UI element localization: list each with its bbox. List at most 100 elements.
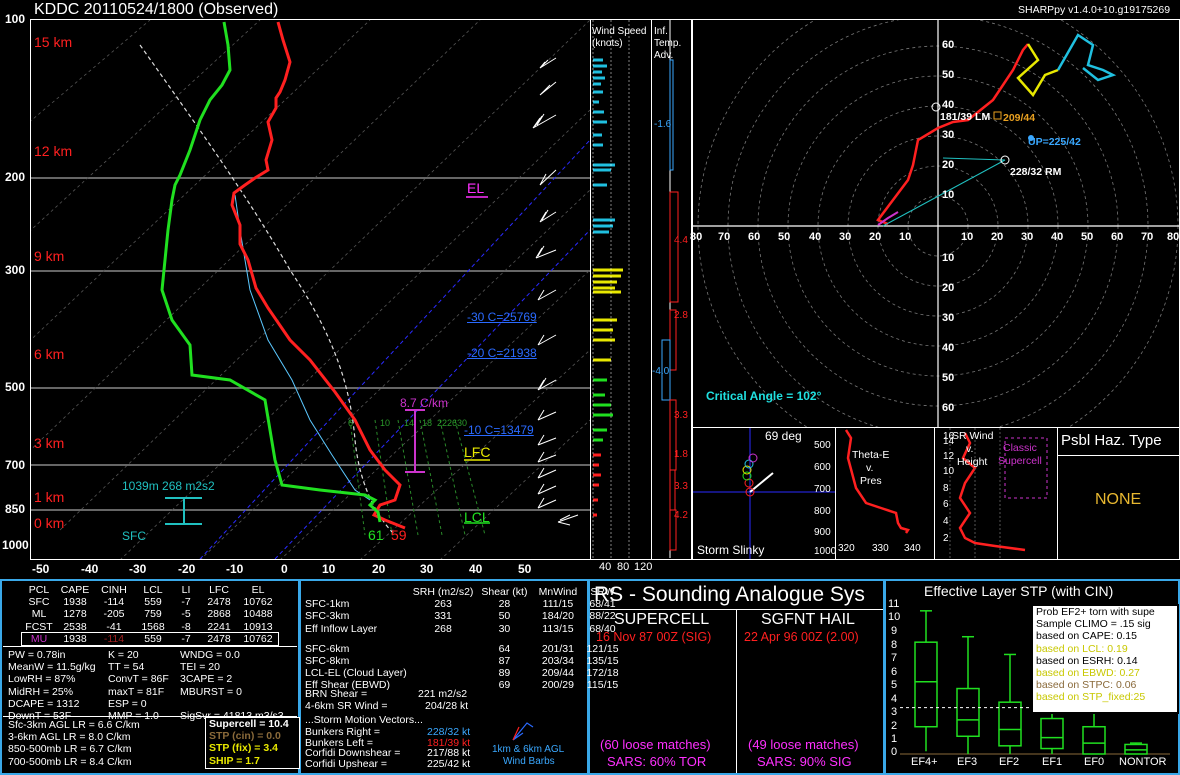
height-label: 1 km bbox=[34, 489, 65, 505]
pressure-label: 1000 bbox=[2, 538, 29, 552]
wind-speed-tick: 40 bbox=[599, 561, 612, 573]
temp-adv-value: 4.2 bbox=[674, 510, 688, 521]
pressure-label: 200 bbox=[5, 170, 26, 184]
pressure-label: 700 bbox=[5, 458, 26, 472]
indices-col2: K = 20 TT = 54 ConvT = 86F maxT = 81F ESP = … bbox=[108, 649, 169, 723]
table-row-selected[interactable]: MU 1938 -114 559 -7 2478 10762 bbox=[21, 631, 279, 647]
table-row: Eff Inflow Layer 268 30 113/15 68/40 bbox=[305, 622, 616, 635]
agl-barbs-label: Wind Barbs bbox=[503, 756, 555, 767]
indices-col3: WNDG = 0.0TEI = 203CAPE = 2MBURST = 0 Si… bbox=[180, 649, 284, 722]
table-row: LCL-EL (Cloud Layer) 89 209/44 172/18 bbox=[305, 667, 619, 680]
isotherm-30-label: -30 C=25769 bbox=[467, 310, 537, 324]
sars-hail-pct: SARS: 90% SIG bbox=[757, 754, 852, 769]
theta-e-chart bbox=[844, 429, 910, 534]
sars-supercell-pct: SARS: 60% TOR bbox=[607, 754, 707, 769]
lfc-label: LFC bbox=[464, 444, 491, 460]
theta-e-title: Pres bbox=[860, 475, 882, 487]
stp-box bbox=[1082, 709, 1106, 755]
eff-inflow-label: 1039m 268 m2s2 bbox=[122, 479, 215, 493]
lcl-label: LCL bbox=[464, 509, 490, 525]
virtual-temp-line bbox=[234, 194, 371, 501]
parcel-header-row: PCL CAPE CINH LCL LI LFC EL bbox=[22, 584, 278, 596]
isotherm-10-label: -10 C=13479 bbox=[464, 423, 534, 437]
temp-adv-value: -4.0 bbox=[652, 366, 670, 377]
temp-tick: 0 bbox=[281, 562, 288, 576]
temp-adv-value: 4.4 bbox=[674, 235, 688, 246]
stp-box bbox=[1124, 742, 1148, 755]
stp-legend: Prob EF2+ torn with supe Sample CLIMO = … bbox=[1031, 604, 1179, 714]
table-row: SFC-6km 64 201/31 121/15 bbox=[305, 642, 619, 655]
temp-tick: -20 bbox=[178, 562, 196, 576]
critical-angle-label: Critical Angle = 102° bbox=[706, 389, 822, 403]
brn-shear: BRN Shear = 221 m2/s2 4-6km SR Wind = 204/… bbox=[305, 688, 469, 713]
agl-barbs-label: 1km & 6km AGL bbox=[492, 744, 565, 755]
sars-hail-match: 22 Apr 96 00Z (2.00) bbox=[744, 630, 859, 644]
sr-wind-title: v. bbox=[966, 443, 974, 455]
sars-hail-loose: (49 loose matches) bbox=[748, 737, 859, 752]
temp-tick: 50 bbox=[518, 562, 532, 576]
sars-supercell-loose: (60 loose matches) bbox=[600, 737, 711, 752]
table-row: SFC-3km 331 50 184/20 88/22 bbox=[305, 610, 616, 623]
theta-e-title: v. bbox=[866, 462, 874, 474]
sfc-label: SFC bbox=[122, 529, 146, 543]
skewt-lines bbox=[31, 20, 590, 559]
theta-e-title: Theta-E bbox=[852, 449, 890, 461]
hodograph-chart bbox=[693, 20, 1179, 427]
stp-title: Effective Layer STP (with CIN) bbox=[924, 583, 1114, 599]
storm-motion-title: ...Storm Motion Vectors... bbox=[305, 714, 423, 726]
temp-tick: 40 bbox=[469, 562, 483, 576]
wind-speed-tick: 120 bbox=[634, 561, 653, 573]
classic-label: Classic bbox=[1003, 442, 1037, 454]
version-label: SHARPpy v1.4.0+10.g19175269 bbox=[1018, 4, 1171, 16]
wind-speed-tick: 80 bbox=[617, 561, 630, 573]
temperature-profile bbox=[230, 21, 406, 530]
sr-wind-title: SR Wind bbox=[952, 430, 994, 442]
lapse-rate-label: 8.7 C/km bbox=[400, 396, 449, 410]
hazard-type-title: Psbl Haz. Type bbox=[1061, 432, 1162, 449]
temp-adv-bars bbox=[661, 20, 679, 558]
storm-motion-vectors: Bunkers Right = 228/32 kt Bunkers Left = 1… bbox=[305, 726, 471, 770]
temp-adv-value: 3.3 bbox=[674, 410, 688, 421]
sars-supercell-match: 16 Nov 87 00Z (SIG) bbox=[596, 630, 712, 644]
supercell-label: Supercell bbox=[998, 455, 1042, 467]
stp-box bbox=[914, 610, 938, 752]
height-label: 9 km bbox=[34, 248, 65, 264]
temp-adv-value: 1.8 bbox=[674, 449, 688, 460]
sr-wind-title: Height bbox=[957, 456, 988, 468]
temp-axis: -50 -40 -30 -20 -10 0 10 20 30 40 50 bbox=[22, 563, 542, 577]
header-cell: LCL bbox=[143, 584, 163, 596]
pressure-label: 300 bbox=[5, 263, 26, 277]
agl-wind-barbs bbox=[512, 722, 534, 741]
dewpoint-profile bbox=[160, 21, 382, 523]
indices-col1: PW = 0.78in MeanW = 11.5g/kg LowRH = 87% Mi… bbox=[8, 649, 96, 723]
stp-box bbox=[956, 635, 980, 754]
kinematics-header-row: SRH (m2/s2) Shear (kt) MnWind SRW bbox=[412, 586, 615, 598]
height-label: 15 km bbox=[34, 34, 73, 50]
temp-tick: -30 bbox=[129, 562, 147, 576]
left-mover-label: 181/39 LM bbox=[940, 111, 991, 123]
header-cell: CAPE bbox=[60, 584, 90, 596]
table-row: SFC-8km 87 203/34 135/15 bbox=[305, 655, 619, 668]
temp-adv-value: 2.8 bbox=[674, 310, 688, 321]
stp-box bbox=[998, 653, 1022, 754]
upshear-label: UP=225/42 bbox=[1028, 136, 1081, 148]
height-label: 0 km bbox=[34, 515, 65, 531]
composite-indices: Supercell = 10.4 STP (cin) = 0.0 STP (fi… bbox=[205, 717, 300, 769]
header-cell: LI bbox=[181, 584, 191, 596]
pressure-label: 850 bbox=[5, 502, 26, 516]
sars-title: RS - Sounding Analogue Sys bbox=[594, 583, 865, 606]
right-mover-label: 228/32 RM bbox=[1010, 166, 1062, 178]
pressure-label: 500 bbox=[5, 380, 26, 394]
slinky-deg-label: 69 deg bbox=[765, 429, 802, 443]
height-label: 12 km bbox=[34, 143, 73, 159]
isotherms bbox=[31, 20, 590, 559]
parcel-table: PCL CAPE CINH LCL LI LFC EL SFC 1938 -114 5… bbox=[21, 584, 279, 647]
sfc-dewpoint: 61 bbox=[368, 527, 384, 543]
mean-wind-label: 209/44 bbox=[1003, 112, 1036, 124]
temp-tick: -40 bbox=[81, 562, 99, 576]
header-cell: LFC bbox=[209, 584, 229, 596]
temp-tick: 20 bbox=[372, 562, 386, 576]
hazard-type-value: NONE bbox=[1095, 491, 1142, 508]
temp-tick: -10 bbox=[226, 562, 244, 576]
pressure-label: 100 bbox=[5, 12, 26, 26]
